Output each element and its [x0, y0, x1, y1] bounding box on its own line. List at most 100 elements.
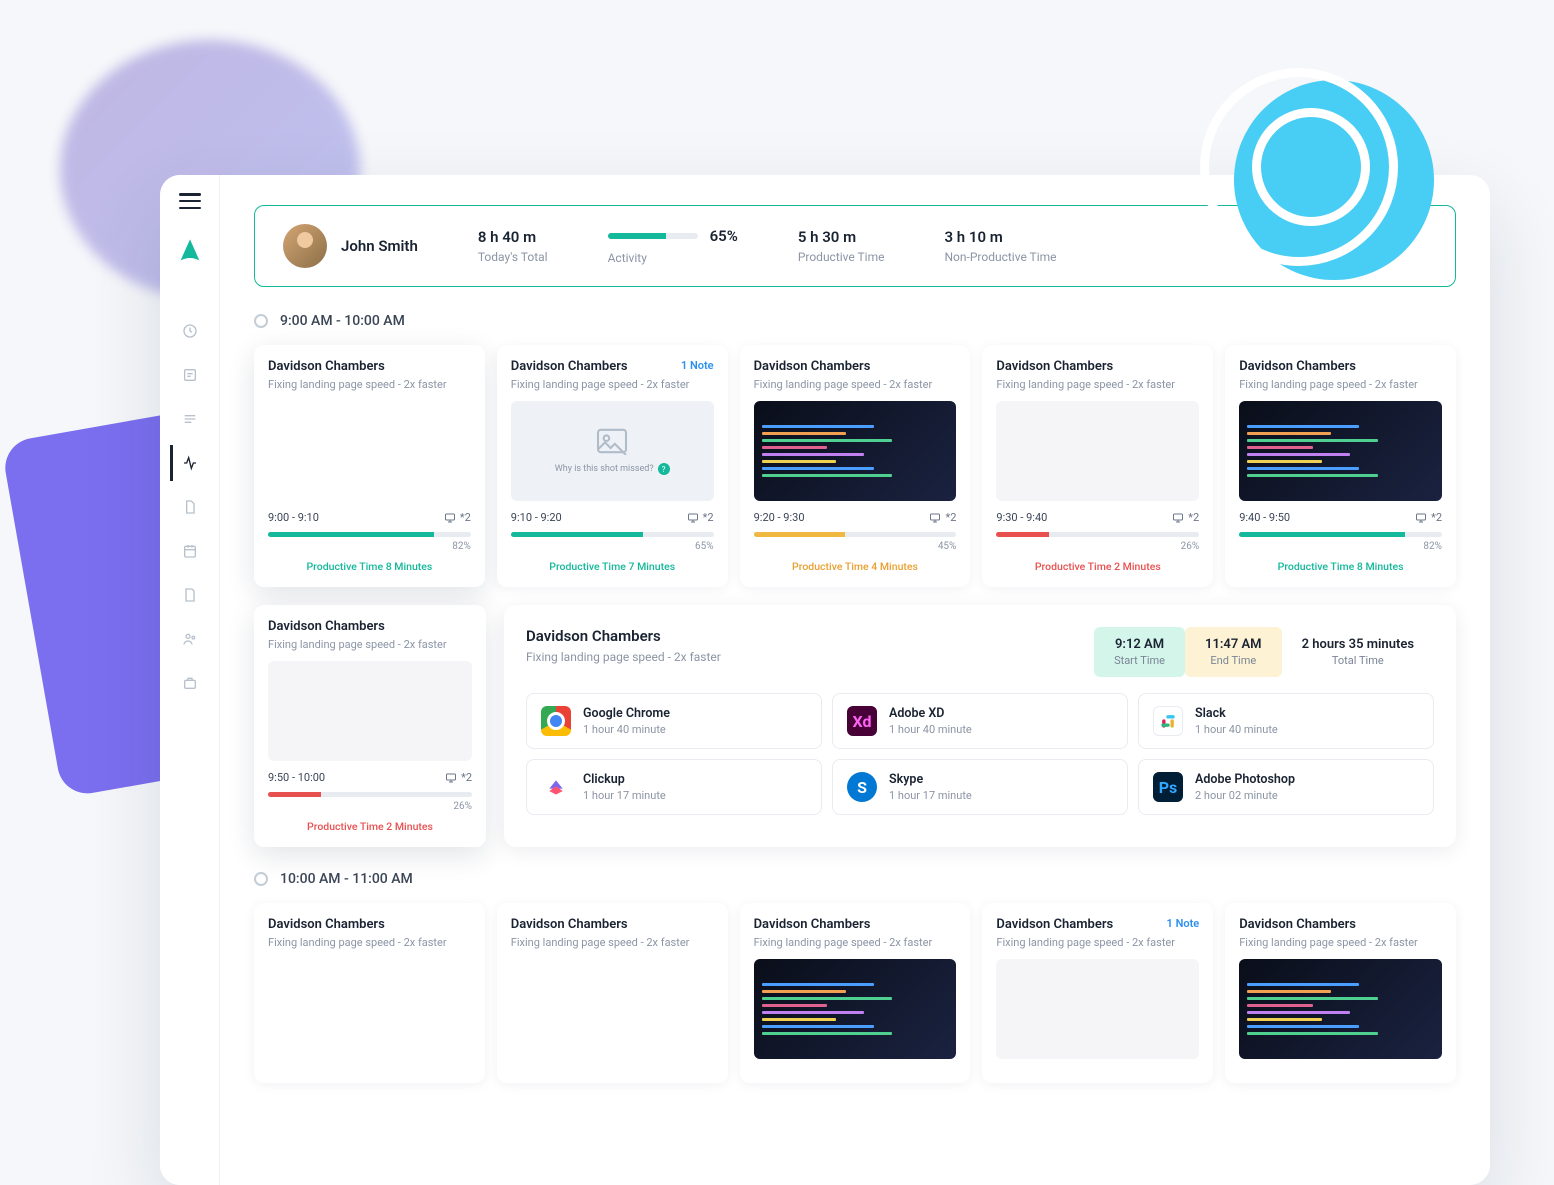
- activity-card[interactable]: Davidson ChambersFixing landing page spe…: [982, 345, 1213, 587]
- card-subtitle: Fixing landing page speed - 2x faster: [268, 936, 471, 949]
- card-subtitle: Fixing landing page speed - 2x faster: [511, 936, 714, 949]
- screenshot-thumbnail[interactable]: [754, 401, 957, 501]
- card-subtitle: Fixing landing page speed - 2x faster: [754, 378, 957, 391]
- clickup-icon: [541, 772, 571, 802]
- screenshot-thumbnail[interactable]: [996, 959, 1199, 1059]
- card-note-link[interactable]: 1 Note: [681, 359, 714, 372]
- card-subtitle: Fixing landing page speed - 2x faster: [996, 936, 1199, 949]
- activity-progress: [608, 233, 698, 239]
- image-placeholder-icon: [594, 427, 630, 455]
- screenshot-thumbnail[interactable]: [996, 401, 1199, 501]
- ps-icon: Ps: [1153, 772, 1183, 802]
- screenshot-thumbnail[interactable]: [754, 959, 957, 1059]
- app-card[interactable]: XdAdobe XD1 hour 40 minute: [832, 693, 1128, 749]
- detail-subtitle: Fixing landing page speed - 2x faster: [526, 650, 721, 664]
- card-subtitle: Fixing landing page speed - 2x faster: [1239, 378, 1442, 391]
- activity-card[interactable]: Davidson ChambersFixing landing page spe…: [1225, 903, 1456, 1083]
- screenshot-thumbnail[interactable]: [268, 959, 471, 1059]
- time-radio[interactable]: [254, 314, 268, 328]
- card-subtitle: Fixing landing page speed - 2x faster: [754, 936, 957, 949]
- total-time-box: 2 hours 35 minutes Total Time: [1282, 627, 1434, 677]
- app-card[interactable]: Clickup1 hour 17 minute: [526, 759, 822, 815]
- app-window: John Smith 8 h 40 m Today's Total 65% Ac…: [160, 175, 1490, 1185]
- end-time-box: 11:47 AM End Time: [1185, 627, 1282, 677]
- screenshot-thumbnail[interactable]: [1239, 401, 1442, 501]
- card-subtitle: Fixing landing page speed - 2x faster: [996, 378, 1199, 391]
- stat-nonproductive: 3 h 10 m Non-Productive Time: [945, 228, 1057, 264]
- app-time: 1 hour 40 minute: [889, 723, 972, 736]
- activity-card[interactable]: Davidson ChambersFixing landing page spe…: [740, 903, 971, 1083]
- activity-card-extra[interactable]: Davidson Chambers Fixing landing page sp…: [254, 605, 486, 847]
- app-card[interactable]: Slack1 hour 40 minute: [1138, 693, 1434, 749]
- card-pct: 82%: [268, 541, 471, 552]
- app-name: Adobe Photoshop: [1195, 772, 1295, 787]
- sidebar: [160, 175, 220, 1185]
- screenshot-missing[interactable]: Why is this shot missed? ?: [511, 401, 714, 501]
- app-time: 1 hour 40 minute: [583, 723, 670, 736]
- card-title: Davidson Chambers: [511, 359, 628, 374]
- card-footer-icons: *2: [1172, 511, 1199, 524]
- monitor-icon: [444, 512, 456, 524]
- app-card[interactable]: PsAdobe Photoshop2 hour 02 minute: [1138, 759, 1434, 815]
- nav-team-icon[interactable]: [170, 621, 206, 657]
- card-note-link[interactable]: 1 Note: [1167, 917, 1200, 930]
- activity-card[interactable]: Davidson ChambersFixing landing page spe…: [254, 345, 485, 587]
- stat-today-total: 8 h 40 m Today's Total: [478, 228, 548, 264]
- avatar[interactable]: [283, 224, 327, 268]
- empty-text: Why is this shot missed? ?: [555, 463, 670, 475]
- screenshot-thumbnail[interactable]: [268, 401, 471, 501]
- screenshot-thumbnail[interactable]: [511, 959, 714, 1059]
- card-title: Davidson Chambers: [996, 917, 1113, 932]
- time-boxes: 9:12 AM Start Time 11:47 AM End Time 2 h…: [1094, 627, 1434, 677]
- stat-activity: 65% Activity: [608, 227, 738, 265]
- nav-projects-icon[interactable]: [170, 357, 206, 393]
- card-subtitle: Fixing landing page speed - 2x faster: [511, 378, 714, 391]
- detail-title: Davidson Chambers: [526, 627, 721, 645]
- card-time-range: 9:50 - 10:00: [268, 771, 325, 784]
- card-title: Davidson Chambers: [1239, 359, 1356, 374]
- card-footer-icons: *2: [444, 511, 471, 524]
- app-time: 1 hour 17 minute: [583, 789, 666, 802]
- help-icon[interactable]: ?: [658, 463, 670, 475]
- hamburger-icon[interactable]: [179, 193, 201, 209]
- nav-file-icon[interactable]: [170, 577, 206, 613]
- card-productive-label: Productive Time 2 Minutes: [996, 560, 1199, 573]
- app-card[interactable]: Google Chrome1 hour 40 minute: [526, 693, 822, 749]
- cards-row: Davidson Chambers Fixing landing page spe…: [254, 345, 1456, 587]
- nav-briefcase-icon[interactable]: [170, 665, 206, 701]
- monitor-icon: [929, 512, 941, 524]
- card-productive-label: Productive Time 8 Minutes: [268, 560, 471, 573]
- card-title: Davidson Chambers: [754, 359, 871, 374]
- card-subtitle: Fixing landing page speed - 2x faster: [1239, 936, 1442, 949]
- activity-card[interactable]: Davidson Chambers 1 Note Fixing landing pa…: [497, 345, 728, 587]
- monitor-icon: [687, 512, 699, 524]
- activity-card[interactable]: Davidson Chambers Fixing landing page spe…: [497, 903, 728, 1083]
- screenshot-thumbnail[interactable]: [1239, 959, 1442, 1059]
- monitor-icon: [1415, 512, 1427, 524]
- user-block: John Smith: [283, 224, 418, 268]
- nav-activity-icon[interactable]: [170, 445, 206, 481]
- time-radio[interactable]: [254, 872, 268, 886]
- nav-list-icon[interactable]: [170, 401, 206, 437]
- card-title: Davidson Chambers: [268, 359, 385, 374]
- time-range-label: 10:00 AM - 11:00 AM: [280, 871, 413, 887]
- nav-document-icon[interactable]: [170, 489, 206, 525]
- app-card[interactable]: SSkype1 hour 17 minute: [832, 759, 1128, 815]
- card-footer-icons: *2: [687, 511, 714, 524]
- card-subtitle: Fixing landing page speed - 2x faster: [268, 638, 472, 651]
- card-pct: 26%: [996, 541, 1199, 552]
- card-title: Davidson Chambers: [268, 917, 385, 932]
- activity-card[interactable]: Davidson Chambers Fixing landing page spe…: [1225, 345, 1456, 587]
- activity-card[interactable]: Davidson Chambers Fixing landing page spe…: [740, 345, 971, 587]
- card-time-range: 9:20 - 9:30: [754, 511, 805, 524]
- apps-grid: Google Chrome1 hour 40 minuteXdAdobe XD1…: [526, 693, 1434, 815]
- nav-dashboard-icon[interactable]: [170, 313, 206, 349]
- screenshot-thumbnail[interactable]: [268, 661, 472, 761]
- card-footer-icons: *2: [1415, 511, 1442, 524]
- activity-card[interactable]: Davidson Chambers Fixing landing page spe…: [254, 903, 485, 1083]
- card-title: Davidson Chambers: [511, 917, 628, 932]
- activity-card[interactable]: Davidson Chambers 1 Note Fixing landing pa…: [982, 903, 1213, 1083]
- nav-calendar-icon[interactable]: [170, 533, 206, 569]
- app-name: Skype: [889, 772, 972, 787]
- app-time: 1 hour 40 minute: [1195, 723, 1278, 736]
